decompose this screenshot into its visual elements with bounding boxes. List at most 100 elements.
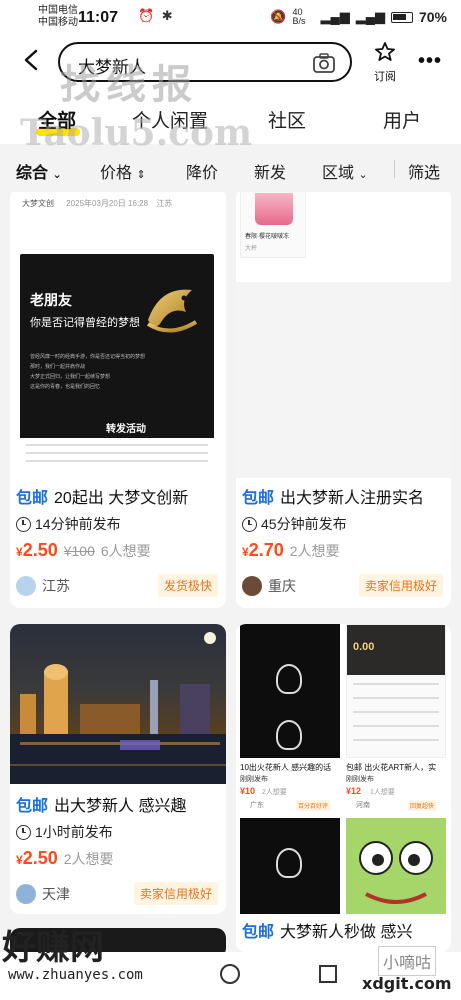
filter-price[interactable]: 价格 ⇕ <box>100 159 146 183</box>
product-title-text: 出大梦新人 感兴趣 <box>54 798 187 815</box>
filter-price-drop[interactable]: 降价 <box>186 159 218 183</box>
subscribe-button[interactable]: 订阅 <box>368 42 402 84</box>
tab-community[interactable]: 社区 <box>268 106 306 133</box>
product-title: 包邮 大梦新人秒做 感兴 <box>242 918 447 942</box>
seller-info[interactable]: 重庆 <box>242 575 296 596</box>
tab-all[interactable]: 全部 <box>38 106 76 133</box>
product-title-text: 大梦新人秒做 感兴 <box>280 924 413 941</box>
poster-header: 大梦文创 2025年03月20日 16:28 江苏 <box>22 198 172 209</box>
subscribe-label: 订阅 <box>374 71 396 83</box>
poster-body-3: 大梦正式回归，让我们一起续写梦想 <box>30 374 111 380</box>
seller-badge: 发货极快 <box>157 574 218 597</box>
price: ¥2.50 <box>16 848 58 869</box>
free-shipping-tag: 包邮 <box>242 924 275 941</box>
filter-price-label: 价格 <box>100 165 133 182</box>
camera-icon[interactable] <box>312 52 336 74</box>
category-tabs: 全部 个人闲置 社区 用户 <box>0 88 461 144</box>
seller-info[interactable]: 天津 <box>16 883 70 904</box>
product-card-2[interactable]: 春限·樱花啵啵冻 大杯 包邮 出大梦新人注册实名 45分钟前发布 ¥2.70 2人… <box>236 192 451 608</box>
system-nav-bar <box>0 952 461 1000</box>
poster-brand: 大梦文创 <box>22 199 54 208</box>
filter-new[interactable]: 新发 <box>254 159 286 183</box>
currency-symbol: ¥ <box>16 545 23 559</box>
signal-icon-2: ▂▄▆ <box>355 9 385 24</box>
frog-image <box>346 818 446 914</box>
filter-region-label: 区域 <box>322 165 355 182</box>
thumb-size: 大杯 <box>245 246 258 252</box>
search-header: 大梦新人 订阅 ••• <box>0 36 461 88</box>
product-feed: 大梦文创 2025年03月20日 16:28 江苏 老朋友 你是否记得曾经的梦想… <box>0 192 461 952</box>
product-card-4[interactable]: 10出火花新人 感兴趣的话 刚刚发布 ¥10 2人想要 广东 百分百好评 0.0… <box>236 624 451 952</box>
poster-heading: 老朋友 <box>30 292 72 308</box>
seller-badge: 卖家信用极好 <box>133 882 218 905</box>
poster-subheading: 你是否记得曾经的梦想 <box>30 317 140 329</box>
recent-apps-button[interactable] <box>319 965 337 983</box>
clock-time: 11:07 <box>78 9 119 26</box>
back-arrow-icon[interactable] <box>20 48 44 72</box>
status-right: 🔕 40 B/s ▂▄▆ ▂▄▆ 70% <box>270 8 447 26</box>
poster-body-1: 曾经风靡一时的经典手游，你是否还记得当初的梦想 <box>30 354 146 360</box>
product-title: 包邮 出大梦新人注册实名 <box>242 484 447 508</box>
sub-right-badge: 回复超快 <box>408 800 437 811</box>
filter-comprehensive[interactable]: 综合 ⌄ <box>16 159 62 183</box>
carrier-labels: 中国电信 中国移动 <box>38 5 78 29</box>
net-speed: 40 B/s <box>292 7 306 26</box>
seller-location: 江苏 <box>42 577 70 594</box>
chevron-down-icon: ⌄ <box>52 169 62 181</box>
sub-left-time: 刚刚发布 <box>240 776 268 783</box>
poster-button: 转发活动 <box>106 424 146 435</box>
chevron-down-icon: ⌄ <box>358 169 368 181</box>
original-price: ¥100 <box>63 543 95 559</box>
product-title: 包邮 20起出 大梦文创新 <box>16 484 222 508</box>
tab-personal-idle[interactable]: 个人闲置 <box>132 106 208 133</box>
filter-comprehensive-label: 综合 <box>16 165 49 182</box>
poster-body-4: 这是你的青春，也是我们的回忆 <box>30 384 101 390</box>
seller-location: 天津 <box>42 885 70 902</box>
publish-time: 1小时前发布 <box>16 822 113 842</box>
sub-left-price: ¥10 <box>240 786 256 796</box>
avatar <box>16 575 36 596</box>
seller-location: 重庆 <box>268 577 296 594</box>
signal-icon: ▂▄▆ <box>320 9 350 24</box>
avatar <box>16 883 36 904</box>
battery-percent: 70% <box>418 9 447 25</box>
poster-body-2: 那时，我们一起并肩作战 <box>30 364 86 370</box>
collage-dark-screen-2 <box>240 818 340 914</box>
product-title-text: 出大梦新人注册实名 <box>280 490 425 507</box>
battery-icon <box>390 11 413 23</box>
sub-right-location: 河南 <box>356 802 370 809</box>
want-count: 2人想要 <box>289 543 340 559</box>
seller-info[interactable]: 江苏 <box>16 575 70 596</box>
poster-body: 曾经风靡一时的经典手游，你是否还记得当初的梦想 那时，我们一起并肩作战 大梦正式… <box>30 352 204 392</box>
price-row: ¥2.50 ¥100 6人想要 <box>16 540 151 561</box>
mute-icon: 🔕 <box>270 9 287 24</box>
price: ¥2.50 <box>16 540 58 561</box>
price-value: 2.50 <box>22 540 58 560</box>
publish-time-text: 14分钟前发布 <box>35 516 121 532</box>
astronaut-icon <box>276 848 302 878</box>
sub-right-title: 包邮 出火花ART新人，实 <box>346 763 437 772</box>
drink-cup <box>255 193 293 225</box>
seller-badge: 卖家信用极好 <box>358 574 443 597</box>
product-card-1[interactable]: 大梦文创 2025年03月20日 16:28 江苏 老朋友 你是否记得曾经的梦想… <box>10 192 226 608</box>
filter-region[interactable]: 区域 ⌄ <box>322 159 368 183</box>
tab-users[interactable]: 用户 <box>383 106 421 133</box>
home-button[interactable] <box>220 964 240 984</box>
publish-time-text: 1小时前发布 <box>35 824 113 840</box>
collage-dark-screen-1 <box>240 624 340 758</box>
product-card-5[interactable] <box>10 928 226 952</box>
product-title: 包邮 出大梦新人 感兴趣 <box>16 792 222 816</box>
publish-time: 14分钟前发布 <box>16 514 121 534</box>
filter-divider <box>394 160 395 178</box>
product-title-text: 20起出 大梦文创新 <box>54 490 189 507</box>
filter-screen[interactable]: 筛选 <box>408 159 440 183</box>
product-image: 春限·樱花啵啵冻 大杯 <box>236 192 451 478</box>
free-shipping-tag: 包邮 <box>16 798 49 815</box>
collage-wallet-screen: 0.00 <box>346 624 446 758</box>
search-input[interactable]: 大梦新人 <box>58 42 352 82</box>
product-card-3[interactable]: 包邮 出大梦新人 感兴趣 1小时前发布 ¥2.50 2人想要 天津 卖家信用极好 <box>10 624 226 914</box>
clock-icon <box>242 516 257 532</box>
price-row: ¥2.50 2人想要 <box>16 848 114 869</box>
drink-thumbnail: 春限·樱花啵啵冻 大杯 <box>240 192 306 258</box>
more-menu-icon[interactable]: ••• <box>418 50 442 73</box>
